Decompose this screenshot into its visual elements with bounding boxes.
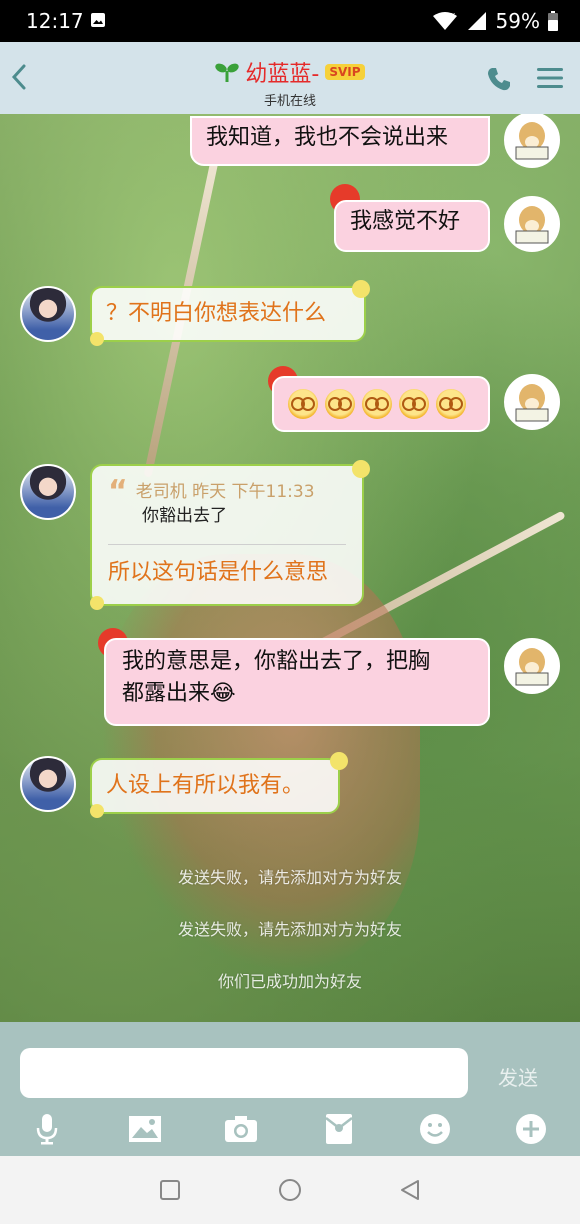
avatar[interactable] [20,286,76,342]
flower-icon [90,804,104,818]
avatar[interactable] [504,638,560,694]
navigation-bar [0,1156,580,1224]
dizzy-face-icon [325,389,355,419]
microphone-icon[interactable] [30,1112,64,1146]
chat-area[interactable]: 我知道，我也不会说出来 我感觉不好 ？不明白你想表达什么 “ 老司机 昨天 下午… [0,114,580,1022]
quote-meta: 老司机 昨天 下午11:33 [135,482,315,502]
dizzy-face-icon [399,389,429,419]
message-input[interactable] [20,1048,468,1098]
battery-icon [548,11,558,31]
doge-icon [506,114,558,166]
plus-icon[interactable] [514,1112,548,1146]
flower-icon [352,280,370,298]
back-nav-icon[interactable] [398,1178,422,1202]
divider [108,544,346,545]
message-bubble-received[interactable]: ？不明白你想表达什么 [90,286,366,342]
input-area: 发送 [0,1022,580,1156]
online-status: 手机在线 [263,94,316,109]
doge-icon [506,198,558,250]
doge-icon [506,376,558,428]
image-notification-icon [91,13,105,27]
signal-icon [467,12,486,30]
message-bubble-sent[interactable]: 我感觉不好 [334,200,490,252]
avatar[interactable] [504,196,560,252]
system-message: 发送失败，请先添加对方为好友 [177,920,402,939]
avatar[interactable] [504,114,560,168]
flower-icon [90,332,104,346]
avatar[interactable] [20,756,76,812]
home-icon[interactable] [278,1178,302,1202]
message-bubble-received[interactable]: 人设上有所以我有。 [90,758,340,814]
svg-text:x: x [451,11,455,19]
message-bubble-sent[interactable]: 我的意思是，你豁出去了，把胸 都露出来😂 [104,638,490,726]
image-icon[interactable] [128,1112,162,1146]
avatar[interactable] [20,464,76,520]
chat-header: 幼蓝蓝- SVIP 手机在线 [0,42,580,114]
quote-icon: “ [108,474,128,509]
flower-icon [352,460,370,478]
system-message: 你们已成功加为好友 [217,972,362,991]
dizzy-face-icon [436,389,466,419]
red-packet-icon[interactable] [322,1112,356,1146]
doge-icon [506,640,558,692]
menu-icon[interactable] [536,66,564,90]
quoted-message[interactable]: “ 老司机 昨天 下午11:33 你豁出去了 [108,477,346,528]
flower-icon [90,596,104,610]
send-button[interactable]: 发送 [498,1062,538,1091]
message-text: 我知道，我也不会说出来 [206,125,449,150]
message-bubble-sent[interactable]: 我知道，我也不会说出来 [190,116,490,166]
flower-icon [330,752,348,770]
avatar[interactable] [504,374,560,430]
contact-name: 幼蓝蓝- [245,62,320,87]
input-toolbar [0,1110,580,1150]
message-bubble-received[interactable]: “ 老司机 昨天 下午11:33 你豁出去了 所以这句话是什么意思 [90,464,364,606]
quote-text: 你豁出去了 [142,506,227,526]
message-text: 我的意思是，你豁出去了，把胸 [122,649,431,674]
svip-badge: SVIP [325,64,365,80]
system-message: 发送失败，请先添加对方为好友 [177,868,402,887]
message-text: 都露出来😂 [122,681,236,706]
dizzy-face-icon [362,389,392,419]
status-bar: 12:17 x 59% [0,0,580,42]
sprout-icon [215,63,240,82]
emoji-icon[interactable] [418,1112,452,1146]
message-text: 我感觉不好 [350,209,461,234]
message-text: 人设上有所以我有。 [106,773,305,798]
dizzy-face-icon [288,389,318,419]
message-text: 所以这句话是什么意思 [108,560,329,585]
phone-icon[interactable] [486,66,512,92]
camera-icon[interactable] [224,1112,258,1146]
wifi-icon: x [432,11,457,30]
battery-level: 59% [495,9,540,33]
recents-icon[interactable] [158,1178,182,1202]
message-bubble-sent[interactable] [272,376,490,432]
status-time: 12:17 [26,9,84,33]
message-text: ？不明白你想表达什么 [106,301,327,326]
